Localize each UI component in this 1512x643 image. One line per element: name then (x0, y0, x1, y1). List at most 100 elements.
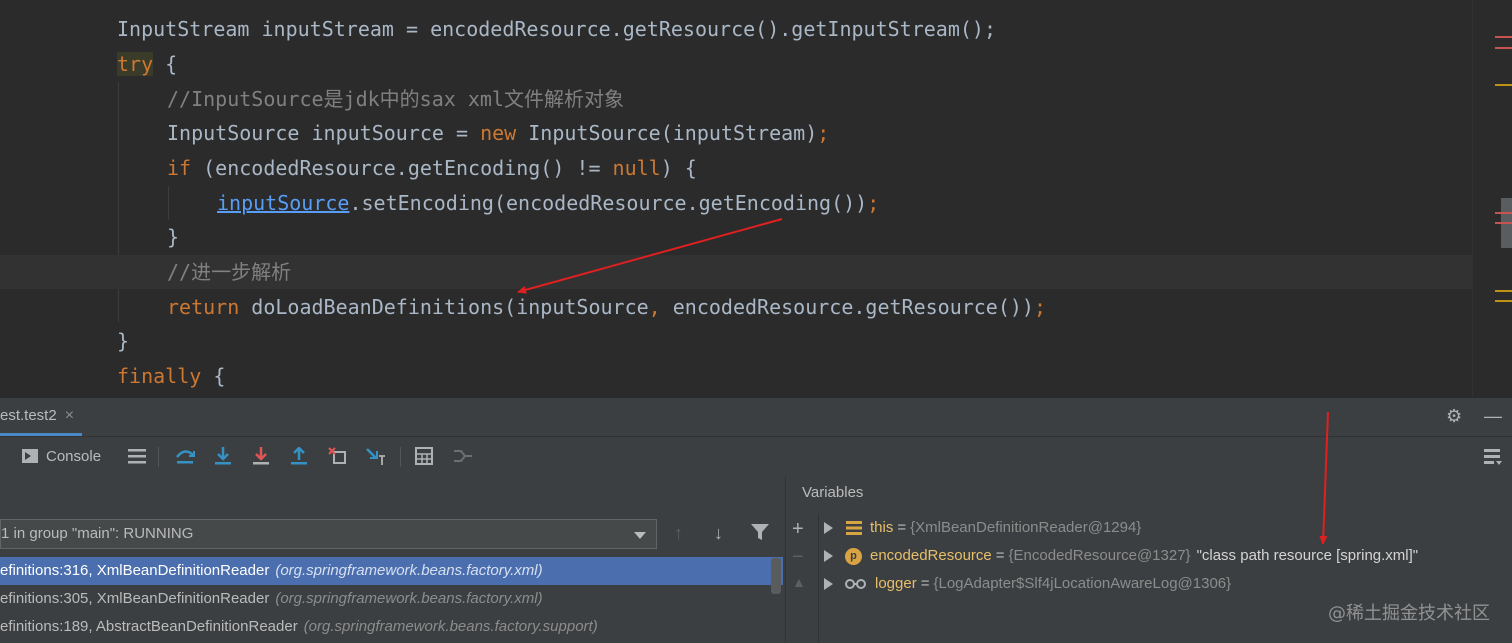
code-token: null (612, 156, 661, 180)
code-token: , (648, 295, 661, 319)
variables-title: Variables (802, 484, 864, 501)
code-token: ; (1033, 295, 1047, 319)
code-line[interactable]: return doLoadBeanDefinitions(inputSource… (0, 290, 1472, 324)
code-token: } (167, 225, 180, 249)
code-token: return (167, 295, 240, 319)
variable-row[interactable]: this = {XmlBeanDefinitionReader@1294} (820, 514, 1510, 542)
warning-stripe-mark[interactable] (1495, 290, 1512, 292)
layout-settings-icon[interactable] (1482, 445, 1504, 467)
debug-toolbar: Console (0, 437, 1512, 475)
editor-error-stripe[interactable]: ! (1472, 0, 1512, 398)
frame-package: (org.springframework.beans.factory.xml) (275, 562, 543, 579)
code-token: try (117, 52, 154, 76)
code-token: //InputSource是jdk中的sax xml文件解析对象 (167, 87, 624, 111)
close-icon[interactable]: × (65, 407, 74, 425)
drop-frame-icon[interactable] (327, 445, 349, 467)
variable-row[interactable]: p encodedResource = {EncodedResource@1327} "… (820, 542, 1510, 570)
frames-pane: 1 in group "main": RUNNING ↑ ↓ efinition… (0, 476, 786, 643)
warning-stripe-mark[interactable] (1495, 300, 1512, 302)
code-line[interactable]: finally { (0, 359, 1472, 393)
frame-row[interactable]: efinitions:189, AbstractBeanDefinitionRe… (0, 613, 783, 641)
frame-method: efinitions:305, XmlBeanDefinitionReader (0, 590, 270, 607)
console-label: Console (46, 447, 102, 465)
variable-name: this (870, 519, 894, 536)
thread-selector[interactable]: 1 in group "main": RUNNING (0, 519, 657, 549)
code-line[interactable]: //InputSource是jdk中的sax xml文件解析对象 (0, 82, 1472, 116)
scrollbar[interactable] (771, 558, 781, 594)
frame-list: efinitions:316, XmlBeanDefinitionReader (… (0, 557, 783, 641)
threads-menu-icon[interactable] (126, 445, 148, 467)
code-token: ; (817, 121, 830, 145)
error-stripe-mark[interactable] (1495, 47, 1512, 49)
error-stripe-mark[interactable] (1495, 212, 1512, 214)
error-stripe-mark[interactable] (1495, 36, 1512, 38)
plus-icon[interactable]: + (792, 518, 804, 541)
watch-glasses-icon (845, 576, 867, 593)
minus-icon: − (792, 546, 804, 568)
debug-header: est.test2 × ⚙ — (0, 398, 1512, 437)
code-token: (encodedResource.getEncoding() != (191, 156, 613, 180)
code-line[interactable]: } (0, 324, 1472, 358)
variable-string-value: "class path resource [spring.xml]" (1196, 547, 1419, 564)
variable-row[interactable]: logger = {LogAdapter$Slf4jLocationAwareLog… (820, 570, 1510, 598)
triangle-up-icon: ▲ (792, 574, 806, 590)
code-token: ; (867, 191, 880, 215)
arrow-down-icon[interactable]: ↓ (714, 523, 723, 544)
equals-sign: = (920, 575, 930, 592)
code-token: } (117, 329, 130, 353)
expand-arrow-icon[interactable] (824, 522, 833, 534)
code-line[interactable]: } (0, 220, 1472, 254)
code-token: finally (117, 364, 202, 388)
tab-debug-session[interactable]: est.test2 × (0, 398, 83, 436)
variable-name: encodedResource (870, 547, 992, 564)
chevron-down-icon (634, 532, 646, 539)
thread-selector-value: 1 in group "main": RUNNING (1, 525, 194, 542)
tab-console[interactable]: Console (22, 445, 101, 467)
console-icon (22, 449, 38, 463)
parameter-icon: p (845, 547, 862, 565)
frame-method: efinitions:316, XmlBeanDefinitionReader (0, 562, 270, 579)
code-token: InputStream inputStream = encodedResourc… (117, 17, 996, 41)
run-to-cursor-icon[interactable] (365, 445, 387, 467)
toolbar-divider (400, 447, 401, 467)
toolbar-divider (158, 447, 159, 467)
code-line[interactable]: //进一步解析 (0, 255, 1472, 289)
equals-sign: = (995, 547, 1005, 564)
step-into-icon[interactable] (212, 445, 234, 467)
variables-side-toolbar: + − ▲ (786, 514, 819, 643)
step-out-icon[interactable] (288, 445, 310, 467)
gear-icon[interactable]: ⚙ (1446, 406, 1462, 427)
force-step-into-icon[interactable] (250, 445, 272, 467)
evaluate-expression-icon[interactable] (413, 445, 435, 467)
filter-icon[interactable] (750, 523, 770, 546)
expand-arrow-icon[interactable] (824, 578, 833, 590)
variables-list: this = {XmlBeanDefinitionReader@1294} p enco… (820, 514, 1510, 598)
error-stripe-mark[interactable] (1495, 222, 1512, 224)
code-token[interactable]: inputSource (217, 191, 349, 215)
warning-stripe-mark[interactable] (1495, 84, 1512, 86)
code-line[interactable]: try { (0, 47, 1472, 81)
expand-arrow-icon[interactable] (824, 550, 833, 562)
code-token: ) { (660, 156, 697, 180)
code-token: //进一步解析 (167, 260, 292, 284)
frame-row[interactable]: efinitions:305, XmlBeanDefinitionReader (… (0, 585, 783, 613)
variable-value: {LogAdapter$Slf4jLocationAwareLog@1306} (933, 575, 1232, 592)
code-editor[interactable]: InputStream inputStream = encodedResourc… (0, 0, 1512, 398)
code-line[interactable]: if (encodedResource.getEncoding() != nul… (0, 151, 1472, 185)
code-token: InputSource inputSource = (167, 121, 481, 145)
arrow-up-icon: ↑ (674, 523, 683, 543)
frame-row[interactable]: efinitions:316, XmlBeanDefinitionReader (… (0, 557, 783, 585)
equals-sign: = (897, 519, 907, 536)
code-token: encodedResource.getResource()) (660, 295, 1034, 319)
debug-tool-window: est.test2 × ⚙ — Console 1 in group "main… (0, 398, 1512, 643)
frame-package: (org.springframework.beans.factory.xml) (275, 590, 543, 607)
trace-stream-icon (452, 445, 474, 467)
minimize-icon[interactable]: — (1484, 406, 1502, 427)
step-over-icon[interactable] (174, 445, 196, 467)
field-list-icon (845, 520, 862, 537)
code-line[interactable]: inputSource.setEncoding(encodedResource.… (0, 186, 1472, 220)
code-line[interactable]: InputSource inputSource = new InputSourc… (0, 116, 1472, 150)
code-line[interactable]: InputStream inputStream = encodedResourc… (0, 12, 1472, 46)
code-token: .setEncoding(encodedResource.getEncoding… (349, 191, 868, 215)
code-token: doLoadBeanDefinitions(inputSource (239, 295, 649, 319)
